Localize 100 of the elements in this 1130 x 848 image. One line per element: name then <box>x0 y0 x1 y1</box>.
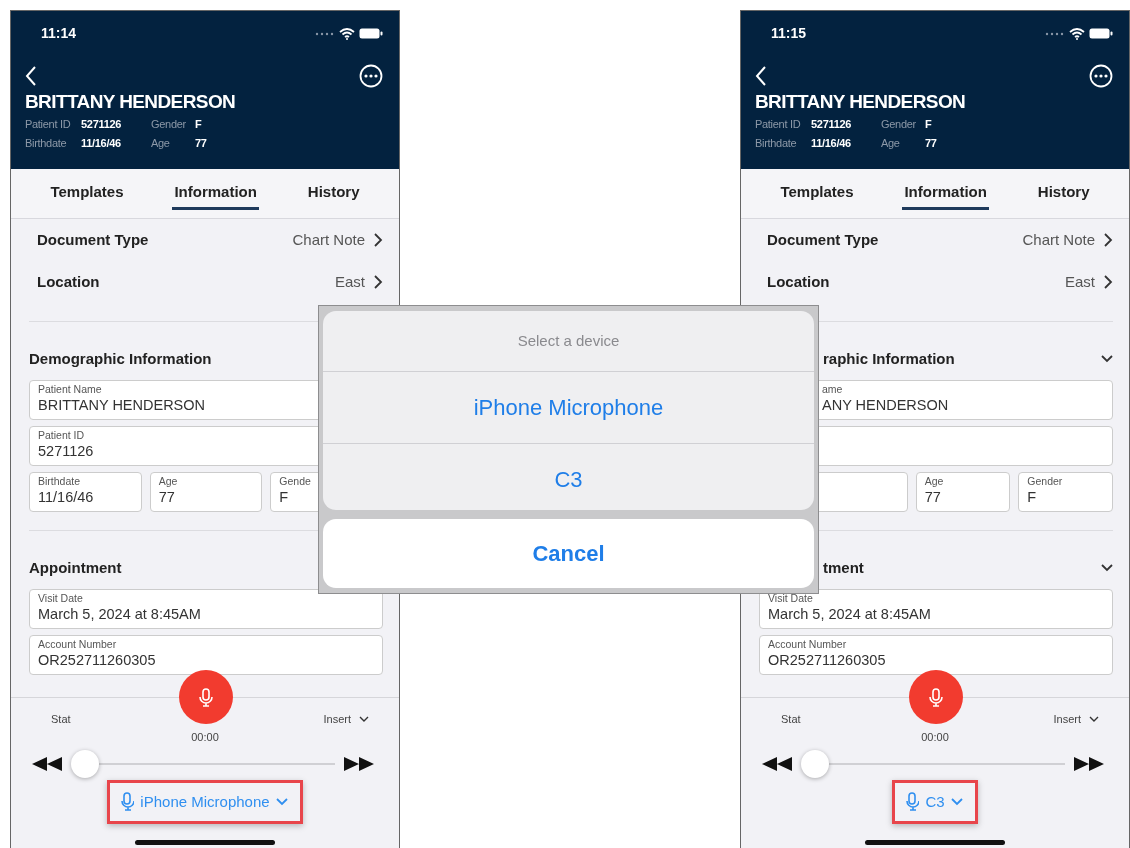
field-label: Birthdate <box>38 475 82 488</box>
wifi-icon <box>339 27 355 40</box>
fast-forward-icon[interactable] <box>343 755 375 772</box>
back-icon[interactable] <box>755 66 767 86</box>
priority-label: Stat <box>51 711 71 727</box>
meta-value: F <box>195 116 203 132</box>
section-title: tment <box>822 557 864 578</box>
insert-mode-dropdown[interactable]: Insert <box>323 710 369 728</box>
rewind-icon[interactable] <box>31 755 63 772</box>
field-value: March 5, 2024 at 8:45AM <box>768 604 932 623</box>
setting-value: Chart Note <box>292 229 365 250</box>
status-time: 11:15 <box>771 24 807 43</box>
section-title: Demographic Information <box>29 348 212 369</box>
chevron-right-icon <box>373 274 383 290</box>
microphone-icon <box>928 687 944 707</box>
meta-value: 11/16/46 <box>81 135 122 151</box>
field-value: OR252711260305 <box>768 650 887 669</box>
meta-value: 77 <box>925 135 938 151</box>
device-option[interactable]: C3 <box>323 443 814 511</box>
section-title: Appointment <box>29 557 122 578</box>
input-field[interactable]: Gender F <box>1018 472 1113 512</box>
fast-forward-icon[interactable] <box>1073 755 1105 772</box>
setting-value: East <box>1065 271 1095 292</box>
field-label: Age <box>158 475 179 488</box>
priority-label: Stat <box>781 711 801 727</box>
field-label: Account Number <box>38 638 118 651</box>
input-field[interactable]: Account Number OR252711260305 <box>29 635 383 675</box>
more-icon[interactable] <box>359 64 383 88</box>
setting-row[interactable]: Location East <box>759 261 1113 303</box>
insert-mode-dropdown[interactable]: Insert <box>1053 710 1099 728</box>
setting-value: East <box>335 271 365 292</box>
setting-row[interactable]: Document Type Chart Note <box>29 219 383 261</box>
tab[interactable]: Templates <box>778 176 856 211</box>
signal-icon <box>315 31 335 36</box>
field-value: 77 <box>158 487 176 506</box>
chevron-right-icon <box>1103 232 1113 248</box>
setting-value: Chart Note <box>1022 229 1095 250</box>
meta-value: 5271126 <box>81 116 123 132</box>
chevron-down-icon[interactable] <box>1101 355 1113 363</box>
rewind-icon[interactable] <box>761 755 793 772</box>
status-time: 11:14 <box>41 24 77 43</box>
field-label: Patient Name <box>38 383 103 396</box>
meta-label: Birthdate <box>25 135 68 151</box>
wifi-icon <box>1069 27 1085 40</box>
setting-label: Document Type <box>767 229 879 250</box>
field-label: Age <box>924 475 945 488</box>
chevron-down-icon <box>1089 715 1099 723</box>
battery-icon <box>359 28 383 39</box>
meta-label: Age <box>881 135 901 151</box>
meta-value: 11/16/46 <box>811 135 852 151</box>
meta-label: Gender <box>151 116 187 132</box>
field-label: Patient ID <box>38 429 86 442</box>
record-button[interactable] <box>179 670 233 724</box>
slider-thumb[interactable] <box>801 749 829 778</box>
setting-row[interactable]: Document Type Chart Note <box>759 219 1113 261</box>
field-value: 5271126 <box>38 441 95 460</box>
setting-label: Document Type <box>37 229 149 250</box>
field-value: F <box>279 487 290 506</box>
field-label: Gender <box>1027 475 1064 488</box>
field-value: OR252711260305 <box>38 650 157 669</box>
setting-label: Location <box>767 271 830 292</box>
field-value: March 5, 2024 at 8:45AM <box>38 604 202 623</box>
elapsed-time: 00:00 <box>921 731 949 743</box>
field-label: Visit Date <box>768 592 814 605</box>
slider-thumb[interactable] <box>71 749 99 778</box>
elapsed-time: 00:00 <box>191 731 219 743</box>
section-title: raphic Information <box>822 348 955 369</box>
field-value: ANY HENDERSON <box>822 395 950 414</box>
chevron-down-icon <box>275 797 290 806</box>
back-icon[interactable] <box>25 66 37 86</box>
more-icon[interactable] <box>1089 64 1113 88</box>
field-value: 77 <box>924 487 942 506</box>
input-field[interactable]: Age 77 <box>915 472 1011 512</box>
meta-value: 77 <box>195 135 208 151</box>
tab[interactable]: History <box>305 176 362 211</box>
tab[interactable]: History <box>1035 176 1092 211</box>
chevron-down-icon[interactable] <box>1101 564 1113 572</box>
patient-name: BRITTANY HENDERSON <box>755 92 967 113</box>
chevron-down-icon <box>950 797 965 806</box>
chevron-right-icon <box>373 232 383 248</box>
tab[interactable]: Information <box>902 176 989 211</box>
record-button[interactable] <box>909 670 963 724</box>
tab[interactable]: Information <box>172 176 259 211</box>
input-field[interactable]: Visit Date March 5, 2024 at 8:45AM <box>759 589 1113 629</box>
input-field[interactable]: Visit Date March 5, 2024 at 8:45AM <box>29 589 383 629</box>
tab[interactable]: Templates <box>48 176 126 211</box>
setting-label: Location <box>37 271 100 292</box>
meta-label: Age <box>151 135 171 151</box>
field-label: Visit Date <box>38 592 84 605</box>
meta-value: F <box>925 116 933 132</box>
field-label: ame <box>822 383 844 396</box>
input-field[interactable]: Age 77 <box>149 472 263 512</box>
cancel-button[interactable]: Cancel <box>323 519 814 588</box>
microphone-icon <box>120 792 135 812</box>
meta-label: Birthdate <box>755 135 798 151</box>
field-label: Gende <box>279 475 312 488</box>
input-field[interactable]: Birthdate 11/16/46 <box>29 472 142 512</box>
setting-row[interactable]: Location East <box>29 261 383 303</box>
field-value: 11/16/46 <box>38 487 95 506</box>
input-field[interactable]: Account Number OR252711260305 <box>759 635 1113 675</box>
